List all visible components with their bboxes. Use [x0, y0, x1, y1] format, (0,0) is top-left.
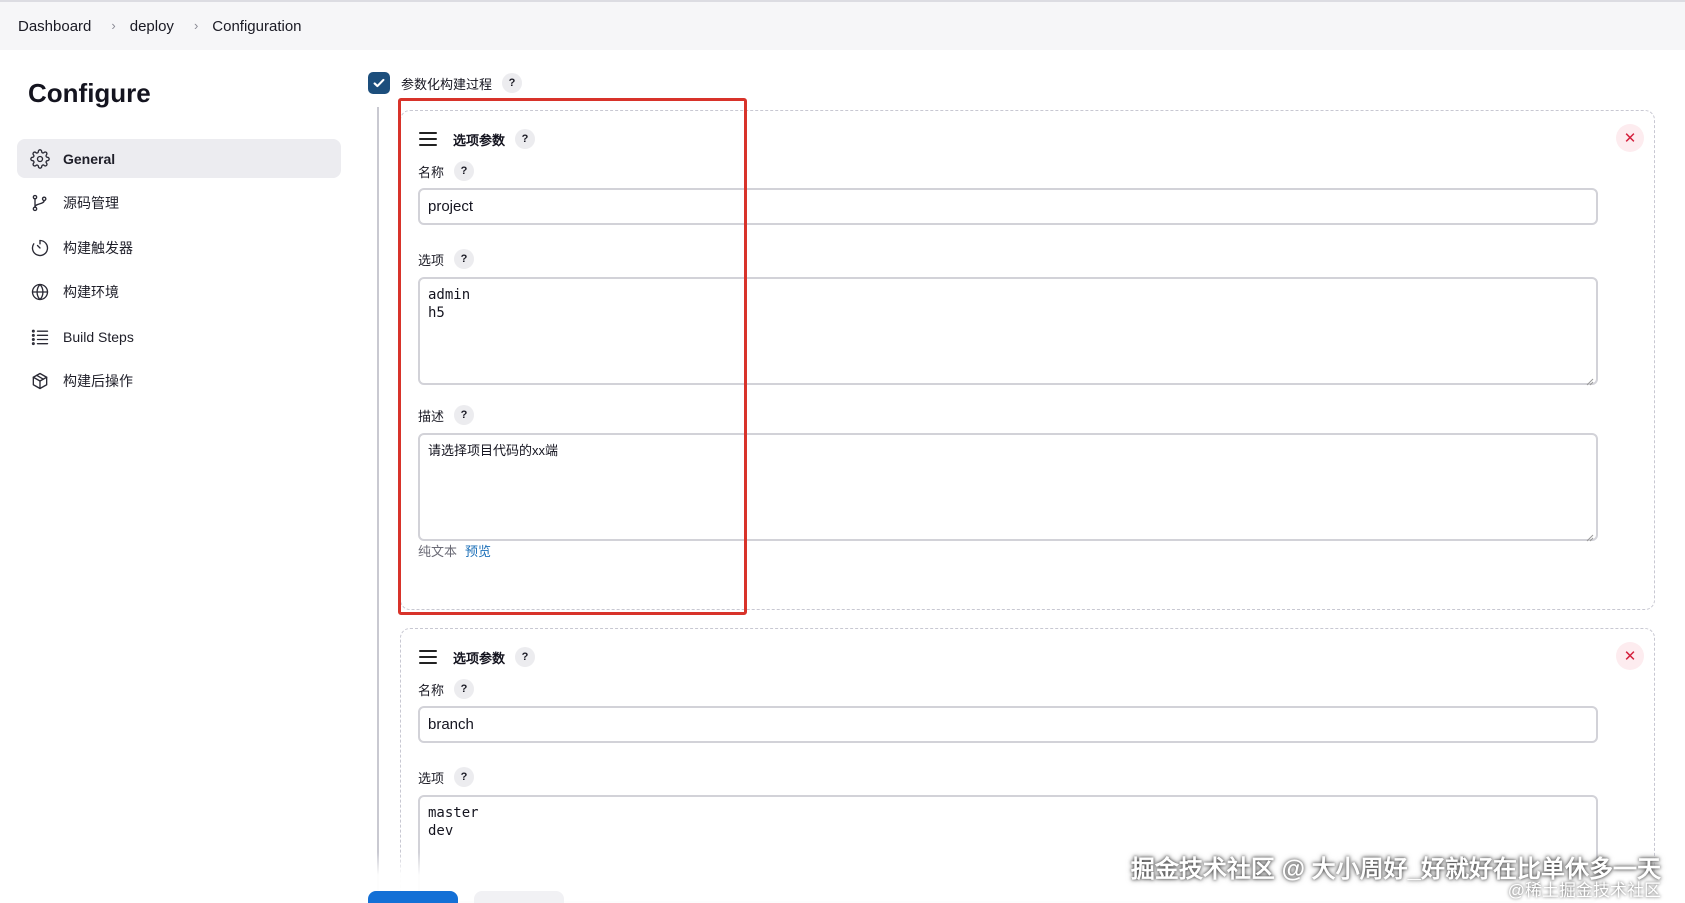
globe-icon	[29, 281, 51, 303]
apply-button[interactable]	[474, 891, 564, 903]
sidebar-item-build-steps[interactable]: Build Steps	[17, 317, 341, 356]
chevron-right-icon: ›	[111, 18, 116, 33]
clock-icon	[29, 237, 51, 259]
breadcrumb: Dashboard › deploy › Configuration	[18, 18, 302, 35]
sidebar-item-source-control[interactable]: 源码管理	[17, 184, 341, 223]
breadcrumb-configuration[interactable]: Configuration	[212, 18, 301, 35]
choices-textarea[interactable]: admin h5	[418, 277, 1598, 386]
help-icon[interactable]: ?	[454, 249, 475, 269]
parameter-type-label: 选项参数	[453, 650, 506, 666]
choice-line: admin	[428, 287, 471, 303]
name-label-text: 名称	[418, 164, 445, 180]
sidebar-item-label: 构建环境	[63, 284, 119, 301]
resize-handle-icon[interactable]	[1586, 529, 1594, 542]
name-input[interactable]	[418, 706, 1598, 743]
page-title: Configure	[28, 78, 151, 108]
sidebar-item-label: Build Steps	[63, 328, 134, 345]
format-row: 纯文本 预览	[418, 541, 491, 560]
section-divider	[377, 107, 379, 903]
gear-icon	[29, 148, 51, 170]
close-icon[interactable]: ✕	[1616, 124, 1644, 152]
chevron-right-icon: ›	[193, 18, 199, 33]
sidebar-item-label: General	[63, 150, 116, 167]
choice-line: dev	[428, 823, 454, 839]
sidebar-item-build-environment[interactable]: 构建环境	[17, 273, 341, 312]
choice-parameter-card: 选项参数 ? ✕ 名称 ? 选项 ? admin h5 描述 ? 请选择项目代码…	[400, 110, 1655, 610]
check-icon	[373, 78, 385, 88]
help-icon[interactable]: ?	[454, 679, 475, 699]
help-icon[interactable]: ?	[454, 767, 475, 787]
save-button[interactable]	[368, 891, 458, 903]
name-label: 名称 ?	[418, 161, 475, 181]
watermark-small: @稀土掘金技术社区	[1507, 881, 1661, 900]
list-icon	[29, 326, 51, 348]
parameterized-build-label: 参数化构建过程	[401, 76, 493, 92]
sidebar-item-label: 构建后操作	[63, 373, 133, 390]
choice-line: h5	[428, 305, 445, 321]
sidebar-item-label: 源码管理	[63, 195, 119, 212]
description-label: 描述 ?	[418, 405, 475, 425]
drag-handle-icon[interactable]	[419, 132, 437, 146]
name-label: 名称 ?	[418, 679, 475, 699]
sidebar-item-label: 构建触发器	[63, 239, 133, 256]
help-icon[interactable]: ?	[515, 647, 536, 667]
package-icon	[29, 370, 51, 392]
parameterized-build-checkbox[interactable]	[368, 72, 390, 94]
top-bar: Dashboard › deploy › Configuration	[0, 0, 1685, 50]
breadcrumb-deploy[interactable]: deploy	[130, 18, 174, 35]
sidebar-item-post-build[interactable]: 构建后操作	[17, 362, 341, 401]
parameter-type-label: 选项参数	[453, 132, 506, 148]
sidebar-nav: General 源码管理 构建触发器 构建环境 Build Steps 构建后操…	[17, 139, 341, 407]
choices-label: 选项 ?	[418, 249, 475, 269]
format-label: 纯文本	[418, 544, 458, 559]
choice-line: master	[428, 805, 479, 821]
choices-label-text: 选项	[418, 770, 445, 786]
drag-handle-icon[interactable]	[419, 650, 437, 664]
description-text: 请选择项目代码的xx端	[428, 443, 559, 458]
choices-label-text: 选项	[418, 252, 445, 268]
main-content: 参数化构建过程 ? 选项参数 ? ✕ 名称 ? 选项 ? admin h5 描述…	[360, 50, 1685, 903]
help-icon[interactable]: ?	[454, 405, 475, 425]
card-header: 选项参数 ?	[419, 129, 536, 149]
card-header: 选项参数 ?	[419, 647, 536, 667]
branch-icon	[29, 192, 51, 214]
name-label-text: 名称	[418, 682, 445, 698]
help-icon[interactable]: ?	[454, 161, 475, 181]
name-input[interactable]	[418, 188, 1598, 225]
close-icon[interactable]: ✕	[1616, 642, 1644, 670]
choices-label: 选项 ?	[418, 767, 475, 787]
help-icon[interactable]: ?	[502, 73, 523, 93]
sidebar: Configure General 源码管理 构建触发器 构建环境 Build …	[0, 50, 360, 903]
parameterized-build-toggle: 参数化构建过程 ?	[368, 72, 523, 94]
description-textarea[interactable]: 请选择项目代码的xx端	[418, 433, 1598, 542]
resize-handle-icon[interactable]	[1586, 373, 1594, 386]
sidebar-item-general[interactable]: General	[17, 139, 341, 178]
sidebar-item-build-triggers[interactable]: 构建触发器	[17, 228, 341, 267]
breadcrumb-dashboard[interactable]: Dashboard	[18, 18, 91, 35]
preview-link[interactable]: 预览	[465, 544, 491, 559]
help-icon[interactable]: ?	[515, 129, 536, 149]
description-label-text: 描述	[418, 408, 445, 424]
